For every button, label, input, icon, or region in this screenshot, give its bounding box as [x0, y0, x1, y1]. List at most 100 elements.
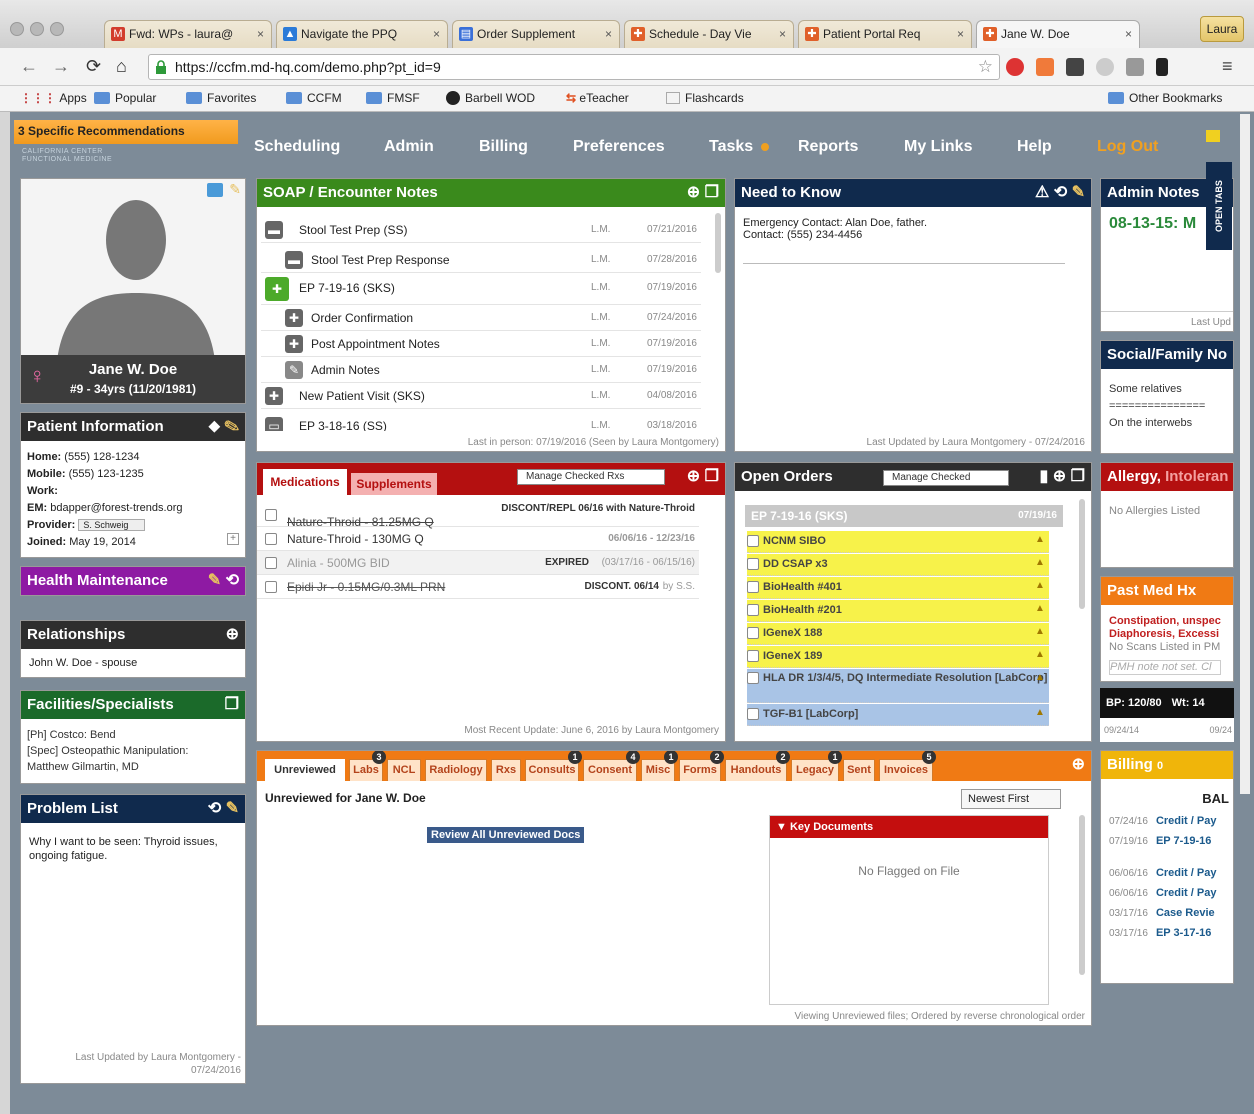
back-icon[interactable]: ← — [20, 56, 38, 76]
add-icon[interactable]: ⊕ — [687, 468, 700, 485]
billing-row[interactable]: 07/24/16 Credit / Pay — [1109, 815, 1216, 827]
nav-preferences[interactable]: Preferences — [573, 138, 665, 156]
nav-reports[interactable]: Reports — [798, 138, 858, 156]
order-row[interactable]: TGF-B1 [LabCorp] ▲ — [747, 704, 1049, 726]
bookmark-popular[interactable]: Popular — [94, 91, 156, 105]
close-tab-icon[interactable]: × — [257, 21, 264, 47]
tab-medications[interactable]: Medications — [263, 469, 347, 495]
billing-row[interactable]: 03/17/16 Case Revie — [1109, 907, 1215, 919]
medication-row[interactable]: Alinia - 500MG BID EXPIRED (03/17/16 - 06/… — [257, 551, 699, 575]
bookmark-barbell-wod[interactable]: Barbell WOD — [446, 91, 535, 105]
soap-note-row[interactable]: ✚ EP 7-19-16 (SKS) L.M. 07/19/2016 — [261, 273, 701, 305]
nav-log-out[interactable]: Log Out — [1097, 138, 1158, 156]
order-checkbox[interactable] — [747, 627, 759, 639]
order-row[interactable]: NCNM SIBO ▲ — [747, 531, 1049, 553]
soap-note-row[interactable]: ✚ Order Confirmation L.M. 07/24/2016 — [261, 305, 701, 331]
edit-pencil-icon[interactable]: ✎ — [229, 181, 241, 198]
browser-tab[interactable]: ✚ Jane W. Doe × — [976, 20, 1140, 48]
nav-help[interactable]: Help — [1017, 138, 1052, 156]
manage-orders-select[interactable]: Manage Checked — [883, 470, 1009, 486]
chart-icon[interactable]: ▮ — [1040, 468, 1049, 485]
email[interactable]: bdapper@forest-trends.org — [50, 502, 182, 514]
order-checkbox[interactable] — [747, 708, 759, 720]
billing-row[interactable]: 06/06/16 Credit / Pay — [1109, 867, 1216, 879]
bookmark-fmsf[interactable]: FMSF — [366, 91, 420, 105]
add-icon[interactable]: ⊕ — [1053, 468, 1066, 485]
order-checkbox[interactable] — [747, 650, 759, 662]
order-row[interactable]: HLA DR 1/3/4/5, DQ Intermediate Resoluti… — [747, 669, 1049, 703]
medication-row[interactable]: Nature-Throid - 81.25MG Q DISCONT/REPL 06… — [257, 503, 699, 529]
open-window-icon[interactable]: ❐ — [705, 184, 719, 201]
message-icon[interactable] — [207, 183, 223, 197]
doc-tab[interactable]: NCL — [387, 759, 421, 781]
warning-icon[interactable]: ▲ — [1035, 708, 1045, 718]
open-window-icon[interactable]: ❐ — [1071, 468, 1085, 485]
edit-pencil-icon[interactable]: ✎ — [226, 800, 239, 817]
edit-pencil-icon[interactable]: ✎ — [224, 418, 239, 435]
medication-checkbox[interactable] — [265, 509, 277, 521]
warning-icon[interactable]: ▲ — [1035, 581, 1045, 591]
edit-pencil-icon[interactable]: ✎ — [208, 572, 221, 589]
nav-scheduling[interactable]: Scheduling — [254, 138, 340, 156]
pinterest-icon[interactable] — [1006, 58, 1024, 76]
extension-icon[interactable] — [1156, 58, 1168, 76]
billing-row[interactable]: 06/06/16 Credit / Pay — [1109, 887, 1216, 899]
close-tab-icon[interactable]: × — [1125, 21, 1132, 47]
browser-tab[interactable]: M Fwd: WPs - laura@ × — [104, 20, 272, 48]
order-group-header[interactable]: EP 7-19-16 (SKS) 07/19/16 — [745, 505, 1063, 527]
nav-my-links[interactable]: My Links — [904, 138, 972, 156]
soap-note-row[interactable]: ✚ Post Appointment Notes L.M. 07/19/2016 — [261, 331, 701, 357]
menu-icon[interactable]: ≡ — [1222, 56, 1233, 77]
order-row[interactable]: BioHealth #201 ▲ — [747, 600, 1049, 622]
medication-checkbox[interactable] — [265, 557, 277, 569]
medication-checkbox[interactable] — [265, 533, 277, 545]
relationship-item[interactable]: John W. Doe - spouse — [29, 657, 137, 669]
doc-tab[interactable]: Rxs — [491, 759, 521, 781]
doc-tab[interactable]: Sent — [843, 759, 875, 781]
extension-icon[interactable] — [1096, 58, 1114, 76]
review-all-button[interactable]: Review All Unreviewed Docs — [427, 827, 585, 843]
tab-supplements[interactable]: Supplements — [351, 473, 437, 495]
browser-tab[interactable]: ▲ Navigate the PPQ × — [276, 20, 448, 48]
order-checkbox[interactable] — [747, 558, 759, 570]
close-tab-icon[interactable]: × — [433, 21, 440, 47]
profile-button[interactable]: Laura — [1200, 16, 1244, 42]
browser-tab[interactable]: ✚ Schedule - Day Vie × — [624, 20, 794, 48]
tag-icon[interactable]: ⬥ — [209, 418, 220, 435]
warning-icon[interactable]: ▲ — [1035, 627, 1045, 637]
open-window-icon[interactable]: ❐ — [705, 468, 719, 485]
warning-icon[interactable]: ⚠ — [1035, 184, 1049, 201]
order-row[interactable]: IGeneX 188 ▲ — [747, 623, 1049, 645]
bookmark-star-icon[interactable]: ☆ — [978, 57, 993, 77]
soap-note-row[interactable]: ▬ Stool Test Prep (SS) L.M. 07/21/2016 — [261, 217, 701, 243]
vitals-bar[interactable]: BP: 120/80 Wt: 14 — [1100, 688, 1234, 718]
bookmark-flashcards[interactable]: Flashcards — [666, 91, 744, 105]
warning-icon[interactable]: ▲ — [1035, 604, 1045, 614]
doc-tab[interactable]: Radiology — [425, 759, 487, 781]
doc-tab[interactable]: Legacy 1 — [791, 751, 842, 781]
order-row[interactable]: IGeneX 189 ▲ — [747, 646, 1049, 668]
order-checkbox[interactable] — [747, 535, 759, 547]
billing-row[interactable]: 03/17/16 EP 3-17-16 — [1109, 927, 1211, 939]
open-tabs-button[interactable]: OPEN TABS — [1206, 162, 1232, 250]
add-icon[interactable]: ⊕ — [687, 184, 700, 201]
warning-icon[interactable]: ▲ — [1035, 673, 1045, 683]
scrollbar[interactable] — [1079, 499, 1085, 609]
extension-icon[interactable] — [1126, 58, 1144, 76]
order-checkbox[interactable] — [747, 581, 759, 593]
doc-tab[interactable]: Consent 4 — [583, 751, 640, 781]
manage-rxs-select[interactable]: Manage Checked Rxs — [517, 469, 665, 485]
doc-tab[interactable]: Handouts 2 — [725, 751, 790, 781]
recommendations-alert[interactable]: 3 Specific Recommendations — [14, 120, 238, 144]
warning-icon[interactable]: ▲ — [1035, 535, 1045, 545]
reload-icon[interactable]: ⟳ — [86, 56, 101, 76]
open-window-icon[interactable]: ❐ — [225, 695, 239, 715]
bookmark-ccfm[interactable]: CCFM — [286, 91, 342, 105]
provider-select[interactable]: S. Schweig — [78, 519, 146, 531]
soap-note-row[interactable]: ▬ Stool Test Prep Response L.M. 07/28/2016 — [261, 247, 701, 273]
extension-icon[interactable] — [1066, 58, 1084, 76]
medication-checkbox[interactable] — [265, 581, 277, 593]
minimize-window-icon[interactable] — [30, 22, 44, 36]
browser-tab[interactable]: ▤ Order Supplement × — [452, 20, 620, 48]
doc-tab[interactable]: Labs 3 — [349, 751, 386, 781]
